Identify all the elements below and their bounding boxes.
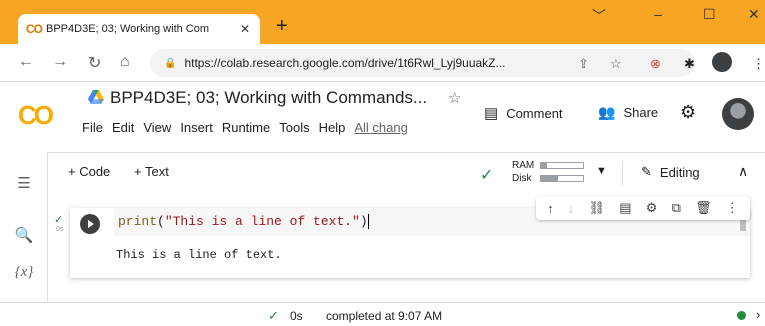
status-duration: 0s: [290, 309, 303, 323]
disk-meter: [540, 175, 584, 182]
runtime-dropdown-icon[interactable]: ▼: [596, 165, 607, 177]
star-notebook-icon[interactable]: ☆: [448, 89, 461, 107]
comment-label: Comment: [506, 105, 563, 121]
add-code-button[interactable]: + Code: [68, 164, 110, 179]
pencil-icon: ✎: [641, 164, 652, 179]
forward-icon[interactable]: →: [52, 53, 68, 71]
tab-strip: CO BPP4D3E; 03; Working with Com ✕ + ﹀ –…: [0, 0, 765, 44]
new-tab-button[interactable]: +: [276, 15, 288, 38]
comment-icon: ▤: [484, 105, 499, 122]
browser-tab[interactable]: CO BPP4D3E; 03; Working with Com ✕: [18, 14, 260, 44]
mirror-cell-icon[interactable]: ⧉: [672, 200, 681, 216]
search-icon[interactable]: 🔍: [0, 226, 48, 244]
ram-label: RAM: [512, 160, 535, 171]
drive-icon[interactable]: [88, 90, 104, 104]
lock-icon: 🔒: [164, 57, 177, 69]
share-page-icon[interactable]: ⇪: [578, 56, 589, 72]
tab-close-icon[interactable]: ✕: [238, 22, 252, 36]
people-icon: 👥: [598, 104, 616, 120]
kebab-icon[interactable]: ⋮: [752, 56, 765, 72]
toolbar-divider: [622, 161, 623, 185]
cell-more-icon[interactable]: ⋮: [726, 200, 739, 216]
disk-meter-fill: [541, 176, 558, 181]
table-of-contents-icon[interactable]: ☰: [0, 174, 48, 192]
menu-help[interactable]: Help: [319, 120, 346, 135]
share-label: Share: [623, 105, 659, 120]
execution-check-icon: ✓: [54, 214, 64, 226]
tab-search-icon[interactable]: ﹀: [592, 6, 606, 26]
close-window-button[interactable]: ✕: [748, 6, 760, 23]
menu-view[interactable]: View: [143, 120, 171, 135]
notebook-title[interactable]: BPP4D3E; 03; Working with Commands...: [110, 88, 427, 108]
menu-tools[interactable]: Tools: [279, 120, 309, 135]
editing-mode-button[interactable]: ✎ Editing: [641, 164, 700, 180]
home-icon[interactable]: ⌂: [120, 53, 130, 71]
disk-label: Disk: [512, 173, 532, 184]
code-string-token: "This is a line of text.": [164, 214, 360, 229]
minimize-button[interactable]: –: [654, 6, 662, 22]
puzzle-icon[interactable]: ✱: [684, 56, 695, 72]
tab-title: BPP4D3E; 03; Working with Com: [46, 23, 210, 35]
variables-icon[interactable]: {x}: [0, 264, 48, 281]
code-open-paren: (: [157, 214, 165, 229]
connected-check-icon: ✓: [480, 167, 494, 184]
comment-button[interactable]: ▤ Comment: [484, 104, 563, 122]
execution-time: 0s: [56, 226, 64, 233]
menu-file[interactable]: File: [82, 120, 103, 135]
ram-meter-fill: [541, 163, 548, 168]
delete-icon[interactable]: 🗑: [695, 200, 712, 216]
code-close-paren: ): [359, 214, 368, 229]
cell-settings-icon[interactable]: ⚙: [646, 200, 658, 216]
cell-toolbar: ↑ ↓ ⛓ ▤ ⚙ ⧉ 🗑 ⋮: [536, 196, 750, 220]
menu-runtime[interactable]: Runtime: [222, 120, 270, 135]
all-changes-link[interactable]: All chang: [354, 120, 407, 135]
add-text-button[interactable]: + Text: [134, 164, 169, 179]
extension-icon[interactable]: ⊗: [650, 56, 661, 72]
url-text: https://colab.research.google.com/drive/…: [184, 56, 506, 70]
link-icon[interactable]: ⛓: [589, 200, 606, 216]
chevron-right-icon[interactable]: ›: [756, 307, 760, 322]
colab-header: CO BPP4D3E; 03; Working with Commands...…: [0, 82, 765, 152]
share-button[interactable]: 👥 Share: [598, 104, 658, 121]
move-up-icon[interactable]: ↑: [547, 201, 554, 216]
ram-meter: [540, 162, 584, 169]
notebook-toolbar: + Code + Text ✓ RAM Disk ▼ ✎ Editing ∧: [48, 152, 765, 192]
status-message: completed at 9:07 AM: [326, 309, 443, 323]
left-sidebar: ☰ 🔍 {x}: [0, 152, 48, 302]
code-function-token: print: [118, 214, 158, 229]
navigation-bar: ← → ↻ ⌂ 🔒 https://colab.research.google.…: [0, 44, 765, 82]
colab-favicon-icon: CO: [26, 22, 43, 36]
menu-edit[interactable]: Edit: [112, 120, 134, 135]
status-bar: ✓ 0s completed at 9:07 AM ›: [0, 302, 765, 326]
profile-icon[interactable]: [712, 52, 732, 72]
cell-output: This is a line of text.: [116, 248, 282, 262]
resource-meter[interactable]: RAM Disk: [512, 159, 584, 185]
move-down-icon[interactable]: ↓: [568, 201, 575, 216]
reload-icon[interactable]: ↻: [88, 53, 101, 73]
editing-label: Editing: [659, 164, 700, 180]
run-cell-button[interactable]: [80, 214, 100, 234]
bookmark-star-icon[interactable]: ☆: [610, 56, 622, 72]
back-icon[interactable]: ←: [18, 53, 34, 71]
colab-logo[interactable]: CO: [18, 100, 54, 131]
settings-gear-icon[interactable]: ⚙: [680, 102, 696, 123]
maximize-button[interactable]: ☐: [703, 6, 716, 23]
avatar[interactable]: [722, 98, 754, 130]
comment-cell-icon[interactable]: ▤: [619, 200, 631, 216]
completed-check-icon: ✓: [268, 308, 279, 323]
chevron-up-icon[interactable]: ∧: [738, 163, 748, 180]
menu-bar: File Edit View Insert Runtime Tools Help…: [82, 120, 408, 135]
browser-window: CO BPP4D3E; 03; Working with Com ✕ + ﹀ –…: [0, 0, 765, 326]
menu-insert[interactable]: Insert: [180, 120, 213, 135]
text-caret: [367, 214, 369, 230]
runtime-status-dot: [737, 311, 746, 320]
